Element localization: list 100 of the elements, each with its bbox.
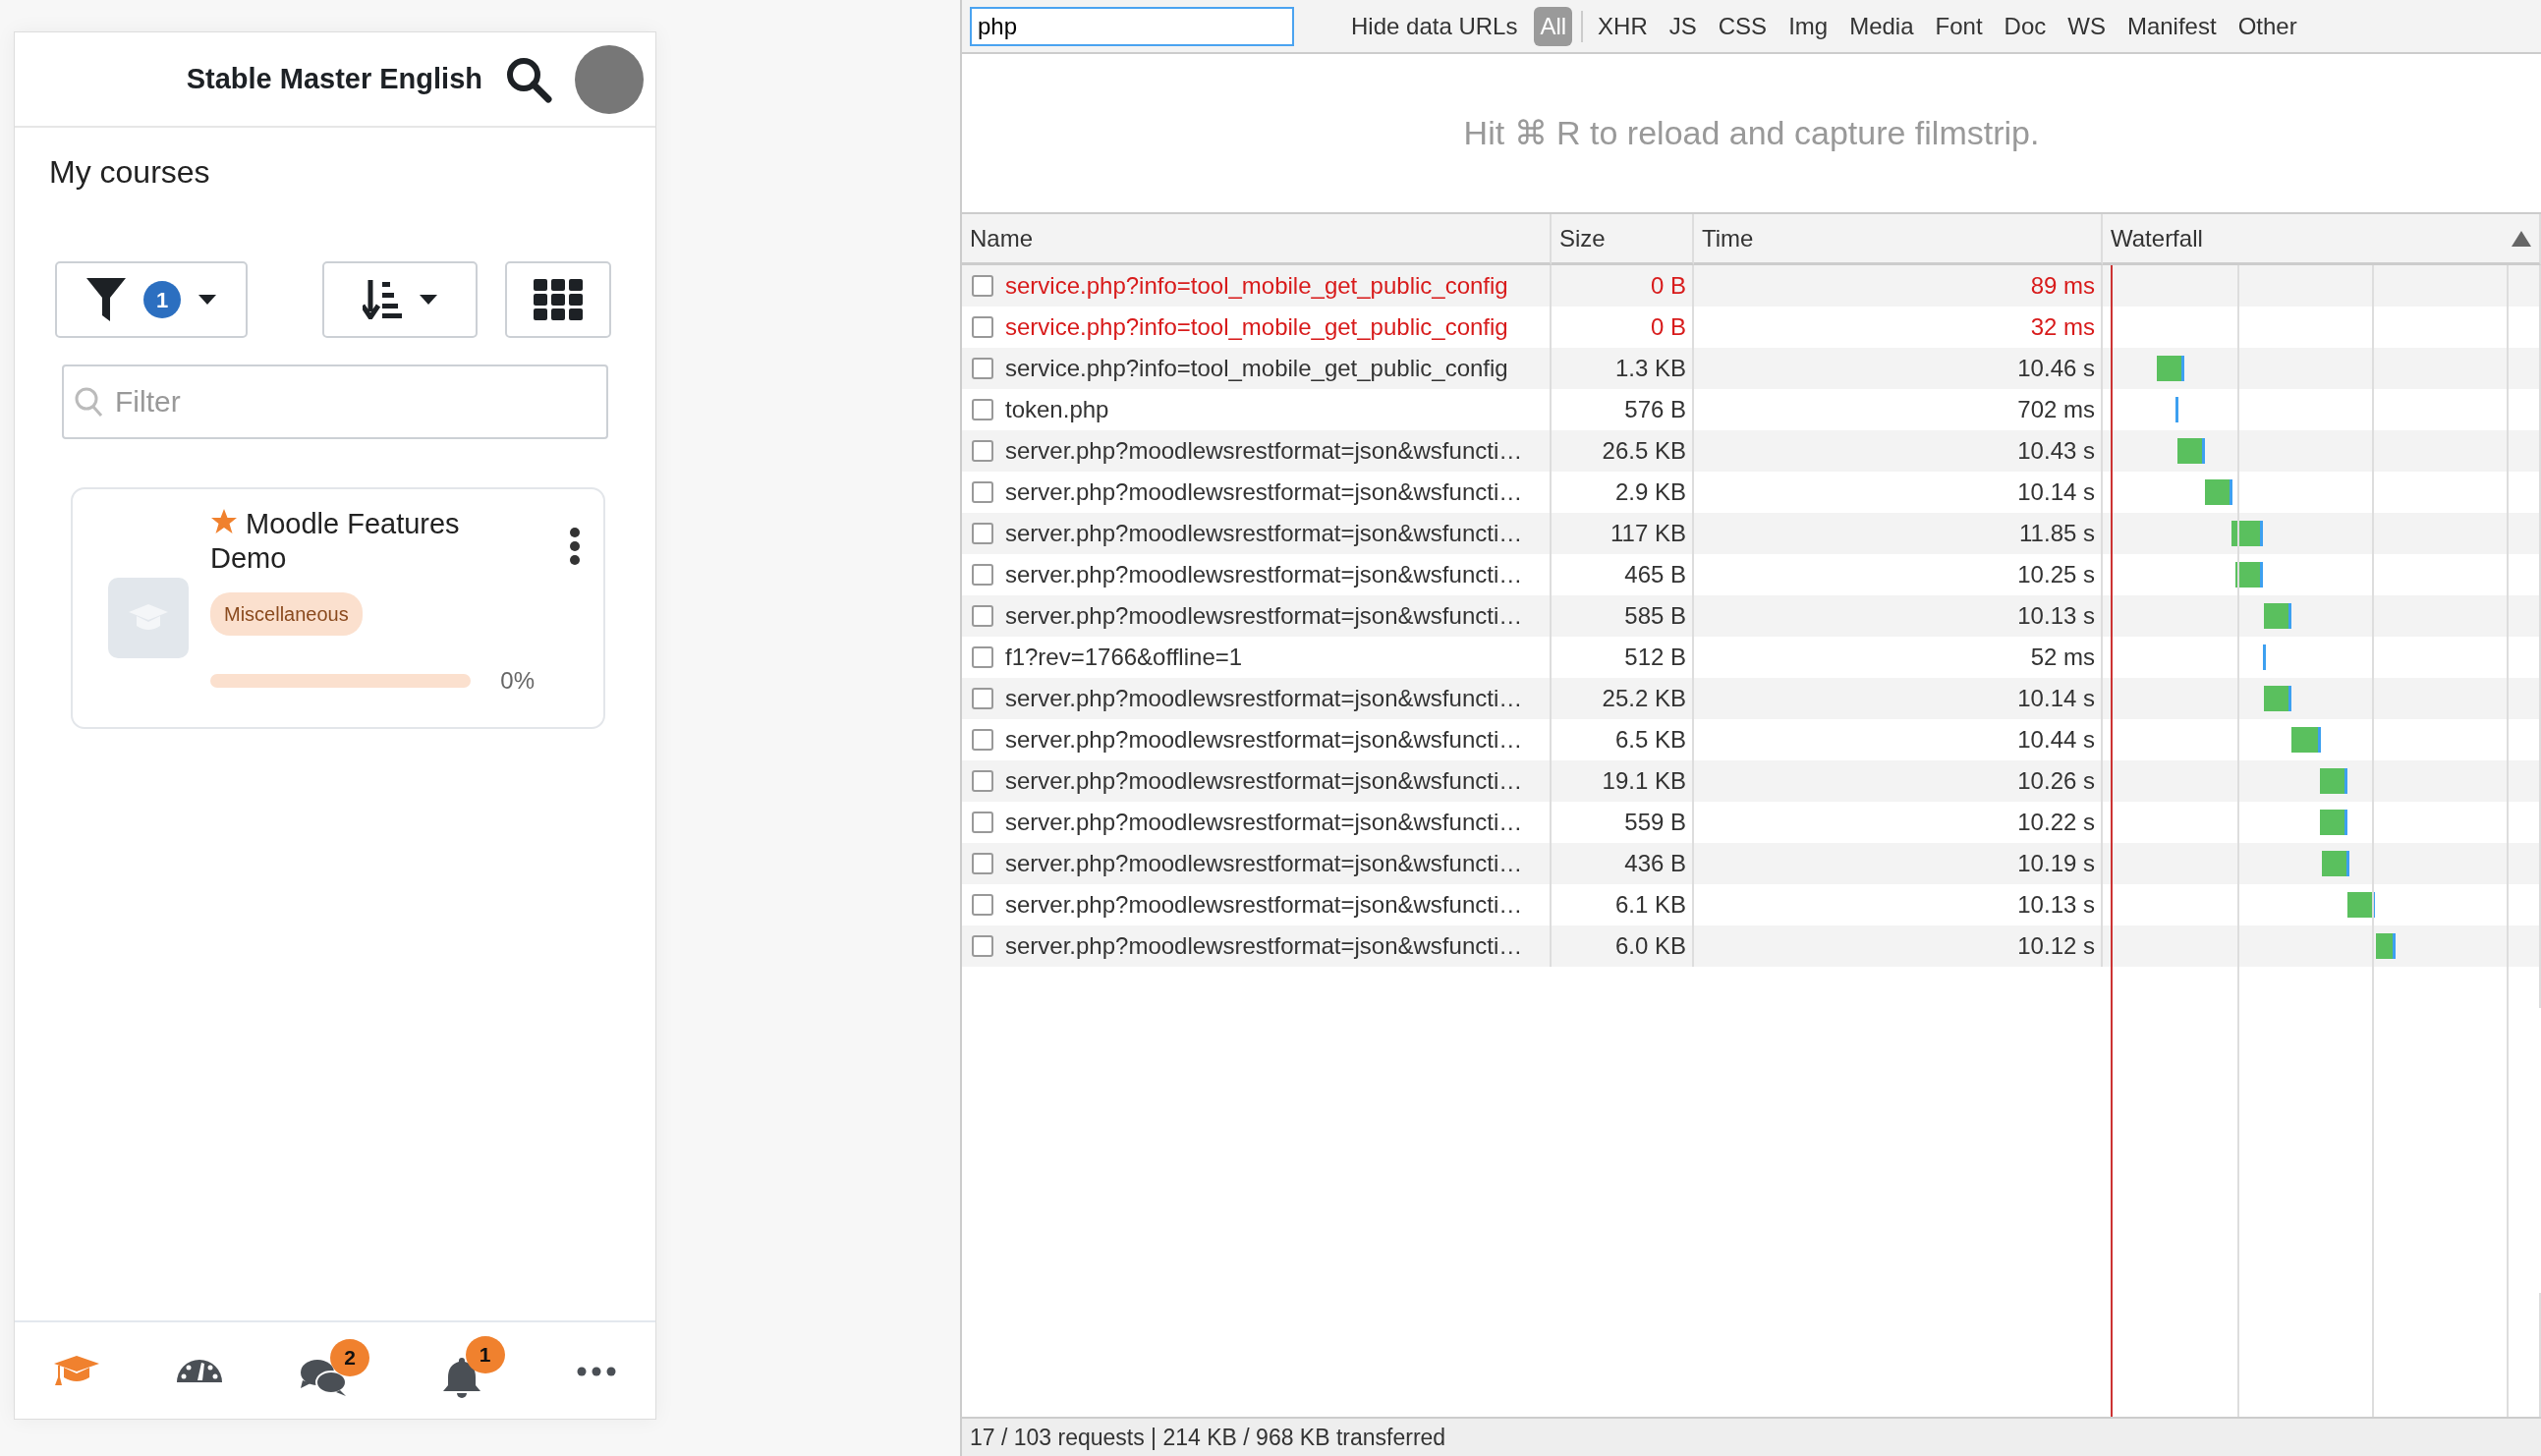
category-tag: Miscellaneous: [210, 592, 363, 637]
type-filter-button[interactable]: Media: [1843, 6, 1920, 46]
time-cell-text: 10.12 s: [2017, 931, 2095, 961]
size-cell-text: 465 B: [1624, 560, 1686, 589]
row-checkbox[interactable]: [972, 605, 993, 627]
tab-button[interactable]: 2: [295, 1339, 369, 1402]
hide-data-urls-label[interactable]: Hide data URLs: [1351, 8, 1518, 44]
request-name[interactable]: f1?rev=1766&offline=1: [1005, 640, 1243, 675]
time-cell-text: 10.13 s: [2017, 890, 2095, 920]
request-name[interactable]: server.php?moodlewsrestformat=json&wsfuncti…: [1005, 475, 1523, 510]
row-checkbox[interactable]: [972, 481, 993, 503]
row-checkbox[interactable]: [972, 523, 993, 544]
request-name[interactable]: service.php?info=tool_mobile_get_public_config: [1005, 309, 1508, 345]
request-name[interactable]: server.php?moodlewsrestformat=json&wsfuncti…: [1005, 887, 1523, 923]
count-badge: 1: [465, 1336, 505, 1373]
row-checkbox[interactable]: [972, 935, 993, 957]
waterfall-bar: [2291, 727, 2321, 753]
waterfall-bar: [2320, 810, 2347, 835]
more-options-button[interactable]: [568, 527, 582, 567]
size-cell-text: 26.5 KB: [1602, 436, 1686, 466]
grid-icon: [534, 279, 583, 321]
waterfall-bar: [2231, 521, 2263, 546]
course-name[interactable]: Moodle Features Demo: [210, 507, 535, 577]
type-filter-button[interactable]: Manifest: [2120, 6, 2223, 46]
site-title: Stable Master English: [186, 61, 482, 96]
sort-button[interactable]: [322, 261, 478, 339]
filter-field[interactable]: Filter: [62, 364, 608, 440]
row-checkbox[interactable]: [972, 440, 993, 462]
time-cell-text: 10.26 s: [2017, 766, 2095, 796]
row-checkbox[interactable]: [972, 770, 993, 792]
column-header[interactable]: Name: [970, 220, 1034, 256]
row-checkbox[interactable]: [972, 688, 993, 709]
request-name[interactable]: token.php: [1005, 392, 1109, 427]
row-checkbox[interactable]: [972, 399, 993, 420]
column-header[interactable]: Time: [1702, 220, 1754, 256]
row-checkbox[interactable]: [972, 894, 993, 916]
count-badge: 1: [143, 281, 181, 319]
type-filter-button[interactable]: JS: [1663, 6, 1703, 46]
size-cell-text: 6.1 KB: [1614, 890, 1686, 920]
column-header[interactable]: Waterfall: [2111, 220, 2203, 256]
size-cell-text: 512 B: [1624, 643, 1686, 672]
size-cell-text: 6.0 KB: [1614, 931, 1686, 961]
size-cell-text: 117 KB: [1610, 519, 1686, 548]
size-cell-text: 2.9 KB: [1614, 477, 1686, 507]
sort-ascending-icon: [2512, 230, 2531, 247]
size-cell-text: 576 B: [1624, 395, 1686, 424]
size-cell-text: 559 B: [1624, 808, 1686, 837]
graduation-cap-icon: [53, 1356, 99, 1385]
sort-icon: [363, 280, 402, 320]
row-checkbox[interactable]: [972, 853, 993, 874]
time-cell-text: 10.13 s: [2017, 601, 2095, 631]
row-checkbox[interactable]: [972, 358, 993, 379]
type-filter-button[interactable]: XHR: [1592, 6, 1654, 46]
size-cell-text: 19.1 KB: [1602, 766, 1686, 796]
time-cell-text: 10.44 s: [2017, 725, 2095, 755]
type-filter-button[interactable]: WS: [2061, 6, 2112, 46]
grid-view-button[interactable]: [505, 261, 611, 339]
time-cell-text: 10.43 s: [2017, 436, 2095, 466]
progress-percent: 0%: [500, 666, 535, 697]
row-checkbox[interactable]: [972, 564, 993, 586]
waterfall-bar: [2157, 356, 2184, 381]
row-checkbox[interactable]: [972, 316, 993, 338]
row-checkbox[interactable]: [972, 729, 993, 751]
row-checkbox[interactable]: [972, 275, 993, 297]
kebab-icon: [569, 527, 581, 567]
caret-icon: [420, 295, 437, 306]
row-checkbox[interactable]: [972, 646, 993, 668]
waterfall-bar: [2177, 438, 2205, 464]
request-name[interactable]: server.php?moodlewsrestformat=json&wsfuncti…: [1005, 805, 1523, 840]
filter-field[interactable]: php: [970, 6, 1294, 46]
filter-button[interactable]: 1: [55, 261, 248, 339]
request-name[interactable]: server.php?moodlewsrestformat=json&wsfuncti…: [1005, 557, 1523, 592]
type-filter-button[interactable]: CSS: [1712, 6, 1774, 46]
waterfall-bar: [2264, 603, 2291, 629]
time-cell-text: 10.46 s: [2017, 354, 2095, 383]
request-name[interactable]: server.php?moodlewsrestformat=json&wsfuncti…: [1005, 722, 1523, 757]
type-filter-button[interactable]: Font: [1929, 6, 1989, 46]
type-filter-button[interactable]: Img: [1782, 6, 1835, 46]
bell-icon: [441, 1356, 481, 1399]
tab-button[interactable]: 1: [435, 1336, 505, 1405]
status-text: 17 / 103 requests | 214 KB / 968 KB transferred: [970, 1423, 1446, 1452]
time-cell-text: 52 ms: [2030, 643, 2095, 672]
time-cell-text: 10.22 s: [2017, 808, 2095, 837]
caret-icon: [198, 295, 216, 306]
time-cell-text: 702 ms: [2017, 395, 2095, 424]
waterfall-bar: [2263, 644, 2266, 670]
row-checkbox[interactable]: [972, 812, 993, 833]
gauge-icon: [177, 1359, 223, 1383]
size-cell-text: 1.3 KB: [1614, 354, 1686, 383]
course-card[interactable]: Moodle Features Demo Miscellaneous 0%: [71, 487, 605, 730]
size-cell-text: 25.2 KB: [1602, 684, 1686, 713]
type-filter-button[interactable]: Other: [2231, 6, 2303, 46]
type-filter-button[interactable]: Doc: [1998, 6, 2053, 46]
waterfall-bar: [2347, 892, 2375, 918]
more-icon: [577, 1366, 617, 1376]
time-cell-text: 10.14 s: [2017, 684, 2095, 713]
time-cell-text: 10.25 s: [2017, 560, 2095, 589]
waterfall-bar: [2264, 686, 2291, 711]
size-cell-text: 6.5 KB: [1614, 725, 1686, 755]
size-cell-text: 585 B: [1624, 601, 1686, 631]
